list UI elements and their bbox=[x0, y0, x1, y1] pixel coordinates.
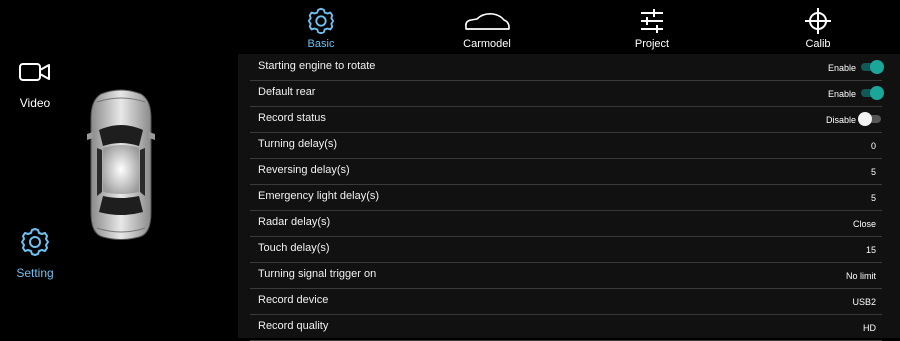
gear-icon bbox=[307, 7, 335, 35]
setting-value: 15 bbox=[865, 245, 876, 255]
car-preview bbox=[70, 0, 238, 338]
tab-project[interactable]: Project bbox=[592, 0, 712, 54]
setting-value: No limit bbox=[845, 271, 876, 281]
setting-row-record-status[interactable]: Record status Disable bbox=[250, 106, 882, 133]
setting-label: Record status bbox=[258, 112, 326, 124]
setting-value: Enable bbox=[827, 89, 856, 99]
sidebar-item-video[interactable]: Video bbox=[0, 58, 70, 110]
setting-label: Record quality bbox=[258, 320, 329, 332]
setting-value: 5 bbox=[870, 167, 876, 177]
setting-label: Turning delay(s) bbox=[258, 138, 338, 150]
setting-label: Record device bbox=[258, 294, 329, 306]
toggle-switch[interactable] bbox=[858, 112, 882, 126]
setting-row-record-device[interactable]: Record device USB2 bbox=[250, 288, 882, 315]
sidebar: Video Setting bbox=[0, 0, 70, 338]
setting-value: Close bbox=[852, 219, 876, 229]
setting-row-reversing-delay[interactable]: Reversing delay(s) 5 bbox=[250, 158, 882, 185]
setting-label: Turning signal trigger on bbox=[258, 268, 377, 280]
setting-label: Emergency light delay(s) bbox=[258, 190, 380, 202]
crosshair-icon bbox=[805, 8, 831, 34]
tab-basic[interactable]: Basic bbox=[261, 0, 381, 54]
settings-list: Starting engine to rotate Enable Default… bbox=[238, 54, 900, 341]
setting-value: 5 bbox=[870, 193, 876, 203]
sidebar-item-setting[interactable]: Setting bbox=[0, 226, 70, 280]
setting-row-record-quality[interactable]: Record quality HD bbox=[250, 314, 882, 341]
gear-icon bbox=[21, 228, 49, 256]
tab-label: Carmodel bbox=[463, 38, 511, 50]
sliders-icon bbox=[641, 9, 663, 33]
setting-row-turning-delay[interactable]: Turning delay(s) 0 bbox=[250, 132, 882, 159]
tab-label: Calib bbox=[805, 38, 831, 50]
tab-bar: Basic Carmodel Project Calib bbox=[238, 0, 900, 54]
car-outline-icon bbox=[465, 13, 510, 30]
setting-value: 0 bbox=[870, 141, 876, 151]
tab-carmodel[interactable]: Carmodel bbox=[427, 0, 547, 54]
setting-label: Radar delay(s) bbox=[258, 216, 331, 228]
setting-row-touch-delay[interactable]: Touch delay(s) 15 bbox=[250, 236, 882, 263]
sidebar-item-label: Setting bbox=[16, 266, 54, 280]
car-top-view-icon bbox=[87, 89, 155, 240]
setting-row-radar-delay[interactable]: Radar delay(s) Close bbox=[250, 210, 882, 237]
video-camera-icon bbox=[19, 63, 50, 81]
setting-label: Touch delay(s) bbox=[258, 242, 330, 254]
setting-label: Reversing delay(s) bbox=[258, 164, 350, 176]
setting-value: Enable bbox=[827, 63, 856, 73]
toggle-switch[interactable] bbox=[860, 86, 884, 100]
settings-panel: Basic Carmodel Project Calib Starting en… bbox=[238, 0, 900, 341]
setting-row-emergency-light-delay[interactable]: Emergency light delay(s) 5 bbox=[250, 184, 882, 211]
setting-row-default-rear[interactable]: Default rear Enable bbox=[250, 80, 884, 107]
tab-label: Basic bbox=[307, 38, 335, 50]
setting-row-starting-engine[interactable]: Starting engine to rotate Enable bbox=[250, 54, 884, 81]
setting-value: Disable bbox=[825, 115, 856, 125]
setting-value: HD bbox=[863, 323, 876, 333]
tab-label: Project bbox=[634, 38, 670, 50]
toggle-switch[interactable] bbox=[860, 60, 884, 74]
sidebar-item-label: Video bbox=[19, 96, 51, 110]
setting-value: USB2 bbox=[852, 297, 876, 307]
setting-label: Starting engine to rotate bbox=[258, 60, 376, 72]
tab-calib[interactable]: Calib bbox=[758, 0, 878, 54]
setting-label: Default rear bbox=[258, 86, 316, 98]
setting-row-turning-signal-trigger[interactable]: Turning signal trigger on No limit bbox=[250, 262, 882, 289]
